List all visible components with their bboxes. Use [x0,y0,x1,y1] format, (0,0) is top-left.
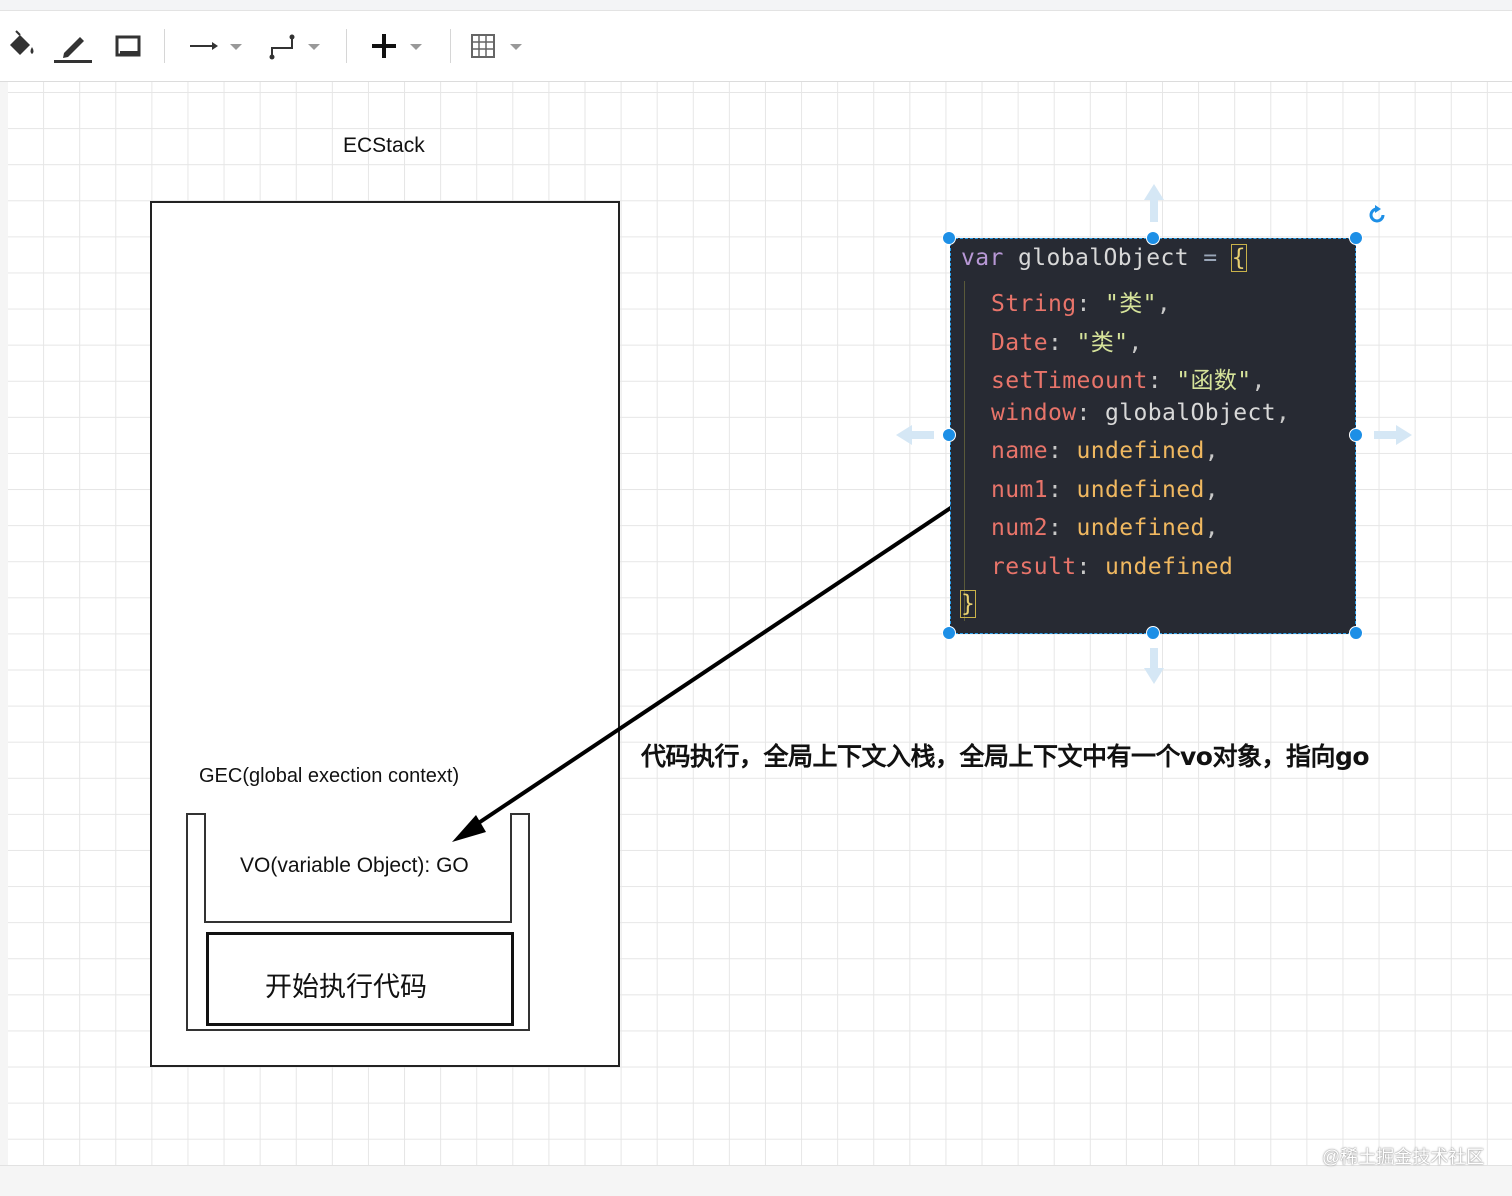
code-close-brace: } [959,590,977,618]
code-prop-value: undefined [1076,515,1205,541]
code-prop-comma: , [1275,399,1291,426]
code-prop-comma: , [1204,515,1219,541]
code-operator: = [1203,245,1218,271]
resize-handle-ne[interactable] [1349,231,1363,245]
code-prop-value: "函数" [1176,368,1252,394]
clone-up-arrow[interactable] [1144,184,1164,222]
code-close-line: } [959,590,977,618]
clone-down-arrow[interactable] [1144,648,1164,684]
code-prop-value: undefined [1076,438,1205,464]
code-prop-sep: : [1076,291,1105,317]
code-line-prop: setTimeount: "函数", [991,361,1266,395]
code-prop-sep: : [1076,399,1105,426]
code-line-prop: window: globalObject, [991,400,1290,426]
code-prop-sep: : [1076,553,1105,580]
clone-left-arrow[interactable] [896,425,934,445]
resize-handle-e[interactable] [1349,428,1363,442]
code-line-decl: var globalObject = { [961,244,1247,272]
code-line-prop: String: "类", [991,284,1171,318]
code-prop-key: window [991,399,1077,426]
code-prop-value: undefined [1076,476,1205,503]
code-prop-key: result [991,553,1077,580]
code-prop-key: num2 [991,515,1048,541]
resize-handle-n[interactable] [1146,231,1160,245]
code-prop-comma: , [1204,438,1219,464]
code-keyword: var [961,245,1004,271]
code-image[interactable]: var globalObject = { String: "类", Date: "… [950,238,1356,634]
code-prop-value: globalObject [1104,399,1276,426]
resize-handle-sw[interactable] [942,626,956,640]
code-line-prop: result: undefined [991,554,1233,580]
code-prop-key: Date [991,329,1048,356]
code-prop-comma: , [1156,291,1172,317]
code-prop-comma: , [1251,368,1266,394]
code-prop-sep: : [1048,329,1077,356]
code-identifier: globalObject [1018,245,1189,271]
rotate-icon[interactable] [1366,204,1388,226]
code-line-prop: num1: undefined, [991,477,1219,503]
code-prop-value: "类" [1076,329,1129,356]
watermark: @稀土掘金技术社区 [1322,1147,1485,1167]
code-prop-key: String [991,291,1077,317]
indent-guide [964,281,965,621]
code-prop-comma: , [1128,329,1143,356]
resize-handle-s[interactable] [1146,626,1160,640]
resize-handle-nw[interactable] [942,231,956,245]
code-open-brace: { [1230,244,1247,272]
code-prop-sep: : [1048,476,1077,503]
resize-handle-w[interactable] [942,428,956,442]
code-prop-comma: , [1204,476,1219,503]
code-prop-key: setTimeount [991,368,1148,394]
code-prop-key: num1 [991,476,1048,503]
code-line-prop: Date: "类", [991,323,1143,357]
code-prop-key: name [991,438,1048,464]
code-prop-sep: : [1147,368,1177,394]
code-line-prop: num2: undefined, [991,515,1219,541]
code-prop-value: "类" [1104,291,1157,317]
code-prop-sep: : [1048,438,1077,464]
code-prop-sep: : [1048,515,1077,541]
resize-handle-se[interactable] [1349,626,1363,640]
clone-right-arrow[interactable] [1374,425,1412,445]
code-line-prop: name: undefined, [991,438,1219,464]
code-prop-value: undefined [1104,553,1234,580]
